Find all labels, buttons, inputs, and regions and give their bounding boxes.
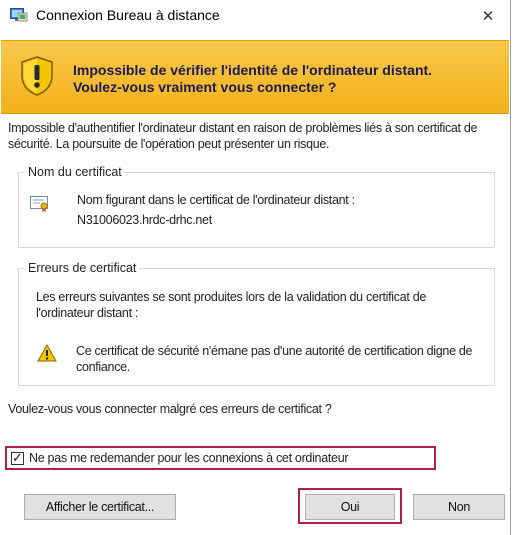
checkmark-icon: ✓ — [12, 450, 23, 465]
confirm-question: Voulez-vous vous connecter malgré ces er… — [8, 402, 332, 416]
certificate-name-label: Nom figurant dans le certificat de l'ord… — [77, 193, 355, 207]
certificate-errors-group: Erreurs de certificat Les erreurs suivan… — [18, 261, 495, 386]
yes-button[interactable]: Oui — [305, 494, 395, 520]
certificate-name-group: Nom du certificat Nom figurant dans le c… — [18, 165, 495, 248]
window-title: Connexion Bureau à distance — [36, 7, 220, 23]
view-certificate-button[interactable]: Afficher le certificat... — [24, 494, 176, 520]
no-button[interactable]: Non — [413, 494, 505, 520]
close-icon: ✕ — [481, 8, 495, 25]
errors-intro: Les erreurs suivantes se sont produites … — [36, 290, 427, 320]
dont-ask-again-checkbox[interactable]: ✓ — [11, 450, 24, 465]
rdp-dialog: Connexion Bureau à distance ✕ Impossible… — [0, 0, 511, 535]
error-item: Ce certificat de sécurité n'émane pas d'… — [76, 344, 473, 374]
certificate-group-label: Nom du certificat — [25, 165, 125, 180]
dont-ask-again-label[interactable]: Ne pas me redemander pour les connexions… — [29, 451, 349, 465]
warning-banner: Impossible de vérifier l'identité de l'o… — [1, 40, 509, 114]
intro-text: Impossible d'authentifier l'ordinateur d… — [8, 121, 478, 151]
remote-desktop-icon — [10, 8, 28, 24]
errors-group-label: Erreurs de certificat — [25, 261, 140, 276]
dont-ask-again-option[interactable]: ✓ Ne pas me redemander pour les connexio… — [5, 446, 436, 470]
certificate-icon — [30, 196, 50, 212]
banner-line-2: Voulez-vous vraiment vous connecter ? — [73, 79, 337, 95]
banner-line-1: Impossible de vérifier l'identité de l'o… — [73, 62, 433, 78]
security-shield-warning-icon — [19, 55, 55, 97]
warning-icon — [37, 343, 57, 362]
certificate-name-value: N31006023.hrdc-drhc.net — [77, 213, 212, 227]
banner-message: Impossible de vérifier l'identité de l'o… — [73, 62, 432, 96]
close-button[interactable]: ✕ — [466, 0, 510, 32]
title-bar: Connexion Bureau à distance ✕ — [0, 0, 510, 32]
